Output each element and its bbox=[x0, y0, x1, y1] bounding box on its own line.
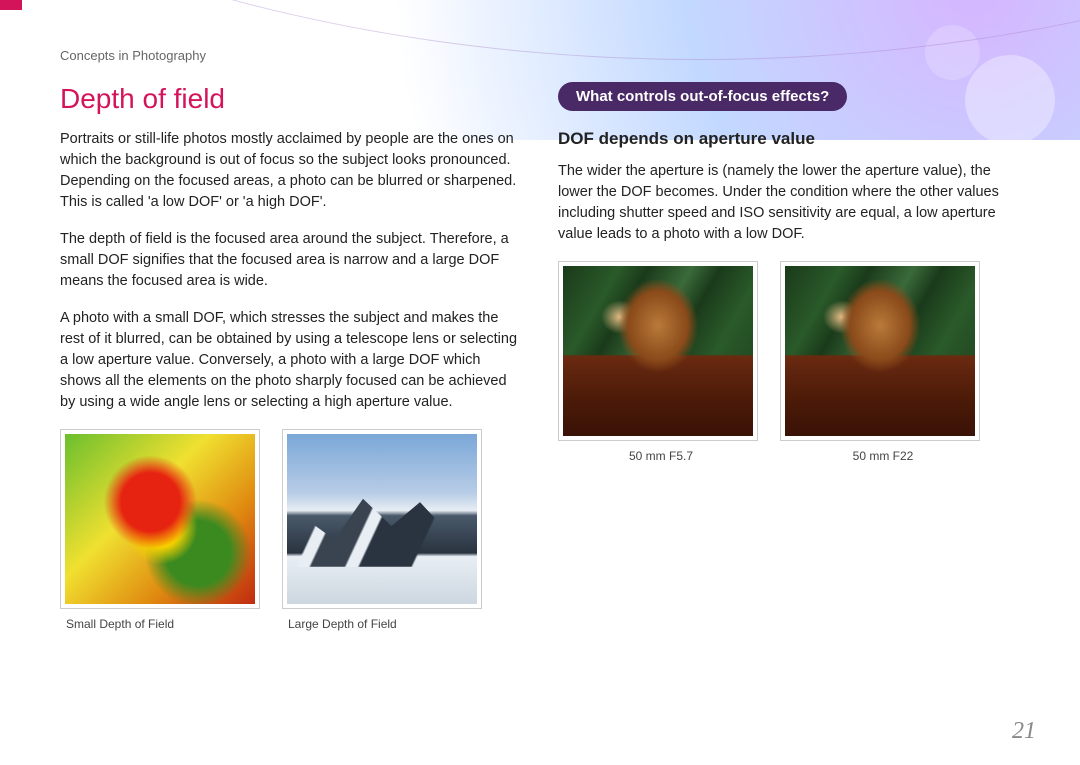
tulip-image bbox=[65, 434, 255, 604]
mountain-image bbox=[287, 434, 477, 604]
figure-aperture-f57: 50 mm F5.7 bbox=[558, 261, 758, 463]
body-paragraph: The wider the aperture is (namely the lo… bbox=[558, 161, 1020, 245]
page-content: Concepts in Photography Depth of field P… bbox=[0, 0, 1080, 631]
page-title: Depth of field bbox=[60, 83, 522, 115]
figure-aperture-f22: 50 mm F22 bbox=[780, 261, 980, 463]
image-caption: 50 mm F5.7 bbox=[558, 449, 758, 463]
page-number: 21 bbox=[1012, 718, 1036, 745]
breadcrumb: Concepts in Photography bbox=[60, 48, 522, 63]
image-caption: 50 mm F22 bbox=[780, 449, 980, 463]
body-paragraph: The depth of field is the focused area a… bbox=[60, 229, 522, 292]
image-frame bbox=[282, 429, 482, 609]
image-frame bbox=[60, 429, 260, 609]
right-gallery: 50 mm F5.7 50 mm F22 bbox=[558, 261, 1020, 463]
body-paragraph: A photo with a small DOF, which stresses… bbox=[60, 308, 522, 413]
grinder-image-shallow bbox=[563, 266, 753, 436]
subheading: DOF depends on aperture value bbox=[558, 129, 1020, 149]
image-frame bbox=[558, 261, 758, 441]
left-column: Concepts in Photography Depth of field P… bbox=[60, 48, 522, 631]
right-column: What controls out-of-focus effects? DOF … bbox=[558, 48, 1020, 631]
body-paragraph: Portraits or still-life photos mostly ac… bbox=[60, 129, 522, 213]
left-gallery: Small Depth of Field Large Depth of Fiel… bbox=[60, 429, 522, 631]
section-pill: What controls out-of-focus effects? bbox=[558, 82, 847, 111]
image-frame bbox=[780, 261, 980, 441]
grinder-image-deep bbox=[785, 266, 975, 436]
image-caption: Small Depth of Field bbox=[60, 617, 260, 631]
figure-small-dof: Small Depth of Field bbox=[60, 429, 260, 631]
image-caption: Large Depth of Field bbox=[282, 617, 482, 631]
figure-large-dof: Large Depth of Field bbox=[282, 429, 482, 631]
